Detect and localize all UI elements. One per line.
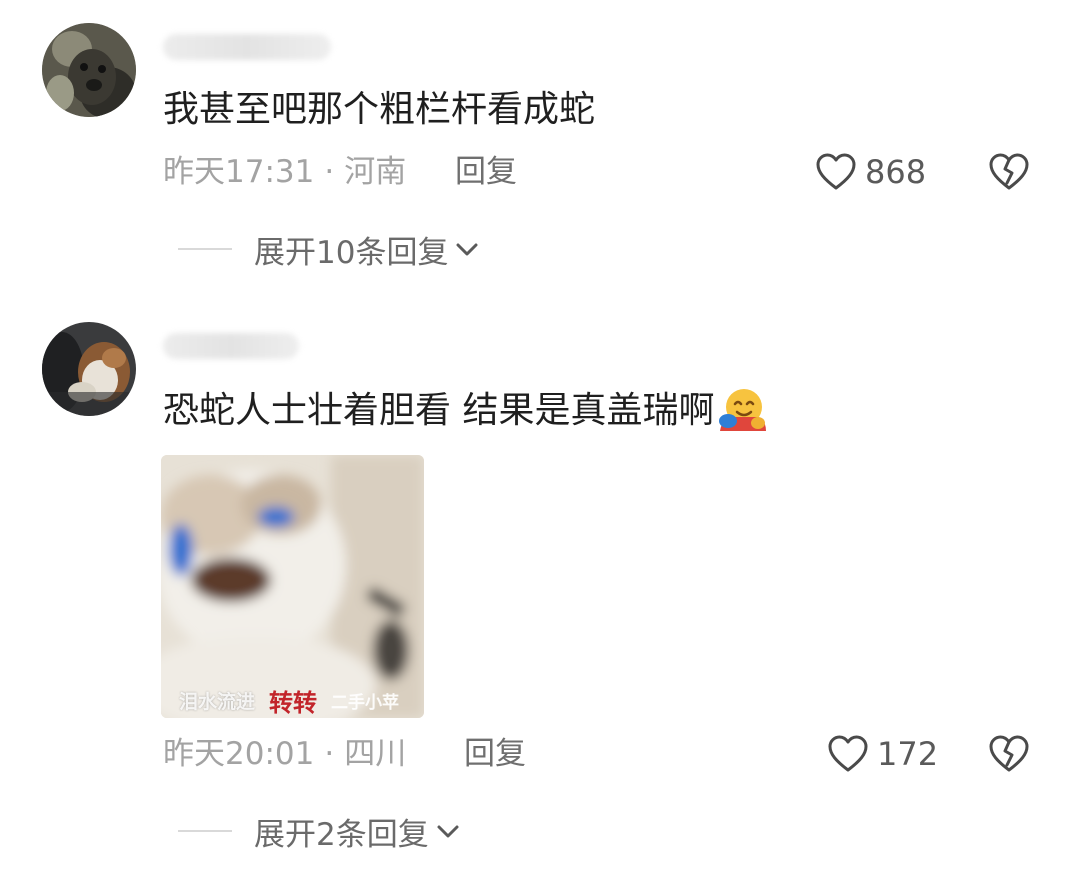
expand-replies-label: 展开10条回复 [254, 234, 449, 271]
divider-line [178, 248, 232, 250]
sticker-image[interactable]: 泪水流进 转转 二手小苹 [161, 455, 424, 718]
sticker-caption-mid: 转转 [269, 688, 318, 717]
user-avatar[interactable] [42, 23, 136, 117]
broken-heart-icon [989, 153, 1029, 190]
comment-time: 昨天17:31 [163, 154, 315, 190]
comment-text: 我甚至吧那个粗栏杆看成蛇 [163, 89, 596, 130]
like-count: 172 [877, 735, 939, 773]
comment-location: 河南 [344, 154, 407, 190]
like-count: 868 [865, 153, 927, 191]
dislike-button[interactable] [987, 732, 1031, 776]
dislike-button[interactable] [987, 150, 1031, 194]
heart-outline-icon [816, 153, 856, 190]
comment-time: 昨天20:01 [163, 736, 315, 772]
like-button[interactable]: 868 [815, 150, 926, 194]
hugging-face-emoji-icon [719, 389, 767, 431]
meta-separator: · [324, 736, 335, 772]
username-blurred[interactable] [163, 333, 299, 359]
chevron-down-icon [456, 243, 478, 256]
comment-text-content: 恐蛇人士壮着胆看 结果是真盖瑞啊 [163, 390, 715, 431]
meta-separator: · [324, 154, 335, 190]
sticker-caption: 泪水流进 转转 二手小苹 [161, 684, 424, 717]
chevron-down-icon [437, 825, 459, 838]
sticker-caption-left: 泪水流进 [179, 690, 256, 713]
comment-meta: 昨天17:31 · 河南 [163, 152, 406, 192]
reply-button[interactable]: 回复 [455, 152, 517, 192]
cat-avatar-icon [42, 322, 136, 416]
crying-cat-sticker-icon [161, 455, 424, 718]
sticker-caption-right: 二手小苹 [331, 692, 400, 713]
expand-replies-label: 展开2条回复 [254, 816, 429, 853]
comment-location: 四川 [344, 736, 407, 772]
reply-button[interactable]: 回复 [464, 734, 526, 774]
heart-outline-icon [828, 735, 868, 772]
comment-meta: 昨天20:01 · 四川 [163, 734, 406, 774]
username-blurred[interactable] [163, 34, 331, 60]
comment-text: 恐蛇人士壮着胆看 结果是真盖瑞啊 [163, 387, 768, 437]
broken-heart-icon [989, 735, 1029, 772]
divider-line [178, 830, 232, 832]
user-avatar[interactable] [42, 322, 136, 416]
like-button[interactable]: 172 [827, 732, 938, 776]
expand-replies-button[interactable]: 展开10条回复 [178, 229, 480, 271]
dog-avatar-icon [42, 23, 136, 117]
expand-replies-button[interactable]: 展开2条回复 [178, 811, 461, 853]
